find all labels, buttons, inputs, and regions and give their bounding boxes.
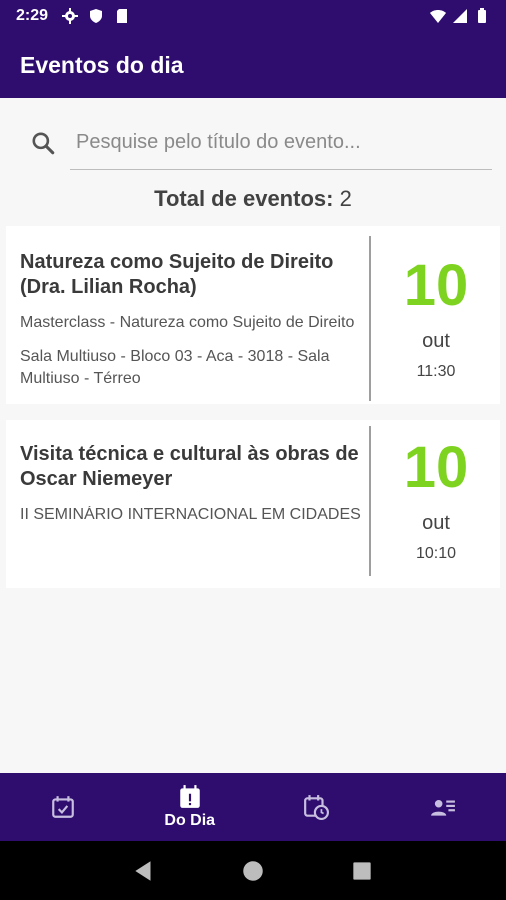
status-icons-left [62,8,130,24]
shield-icon [90,9,103,23]
status-bar: 2:29 [0,0,506,32]
event-time: 11:30 [416,363,456,380]
event-card[interactable]: Natureza como Sujeito de Direito (Dra. L… [6,226,500,404]
event-title: Visita técnica e cultural às obras de Os… [20,443,359,490]
event-subtitle: Masterclass - Natureza como Sujeito de D… [20,314,355,331]
nav-label-do-dia: Do Dia [164,812,216,829]
search-bar [30,116,492,170]
event-info: Visita técnica e cultural às obras de Os… [20,442,364,524]
nav-item-schedule[interactable] [253,773,380,841]
page-title: Eventos do dia [20,51,184,78]
event-day: 10 [403,435,469,500]
event-date: 10 out 10:10 [372,436,500,563]
event-info: Natureza como Sujeito de Direito (Dra. L… [20,250,364,390]
gear-icon [62,8,79,24]
card-divider [369,426,371,576]
event-day: 10 [403,253,469,318]
event-month: out [422,330,450,352]
event-title: Natureza como Sujeito de Direito (Dra. L… [20,251,334,298]
search-icon [32,132,55,155]
nav-item-do-dia[interactable]: Do Dia [127,773,254,841]
sd-card-icon [117,9,128,23]
event-card[interactable]: Visita técnica e cultural às obras de Os… [6,420,500,588]
calendar-alert-icon [180,785,200,808]
event-location: Sala Multiuso - Bloco 03 - Aca - 3018 - … [20,348,330,387]
battery-icon [478,8,486,23]
signal-icon [453,9,467,23]
app-bar: Eventos do dia [0,32,506,98]
status-time: 2:29 [16,7,49,24]
main-content: Total de eventos: 2 Natureza como Sujeit… [0,98,506,773]
nav-item-contacts[interactable] [380,773,506,841]
system-nav-bar [0,841,506,900]
status-icons-right [430,8,490,24]
recents-icon[interactable] [349,858,375,884]
total-events-label: Total de eventos: [154,186,334,211]
home-icon[interactable] [240,858,266,884]
event-subtitle: II SEMINÁRIO INTERNACIONAL EM CIDADES [20,506,361,523]
total-events: Total de eventos: 2 [0,186,506,212]
total-events-count: 2 [339,186,352,211]
calendar-check-icon [52,796,75,818]
event-month: out [422,512,450,534]
bottom-nav: Do Dia [0,773,506,841]
back-icon[interactable] [131,858,157,884]
contact-list-icon [430,799,455,816]
wifi-icon [430,10,446,23]
search-input[interactable] [70,116,492,170]
nav-item-checklist[interactable] [0,773,127,841]
calendar-clock-icon [304,795,330,820]
card-divider [369,236,371,401]
event-time: 10:10 [415,545,457,562]
event-date: 10 out 11:30 [372,254,500,381]
